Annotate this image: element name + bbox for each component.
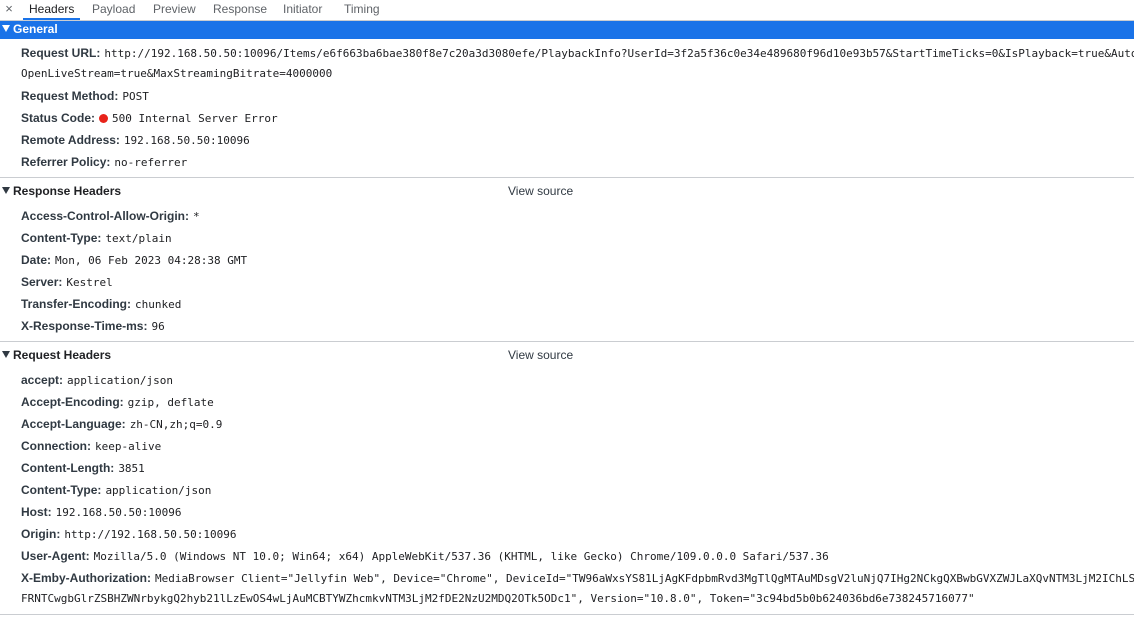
- header-row: accept: application/json: [21, 371, 1134, 389]
- general-title: General: [13, 22, 58, 36]
- header-row: Accept-Language: zh-CN,zh;q=0.9: [21, 415, 1134, 433]
- close-icon[interactable]: ×: [0, 0, 18, 20]
- remote-address-row: Remote Address: 192.168.50.50:10096: [21, 131, 1134, 149]
- header-value: application/json: [105, 484, 212, 497]
- header-value: Kestrel: [66, 276, 113, 289]
- status-error-icon: [99, 114, 109, 123]
- expand-triangle-icon: [2, 25, 10, 32]
- header-value: 96: [151, 320, 165, 333]
- header-name: X-Emby-Authorization:: [21, 571, 151, 585]
- header-row: User-Agent: Mozilla/5.0 (Windows NT 10.0;…: [21, 547, 1134, 565]
- header-name: Content-Length:: [21, 461, 115, 475]
- header-row: Host: 192.168.50.50:10096: [21, 503, 1134, 521]
- tab-response[interactable]: Response: [207, 0, 273, 20]
- referrer-policy-value: no-referrer: [114, 156, 188, 169]
- tab-preview[interactable]: Preview: [147, 0, 202, 20]
- header-value: application/json: [67, 374, 173, 387]
- response-headers-title: Response Headers: [13, 184, 122, 198]
- header-name: Server:: [21, 275, 63, 289]
- header-name: Transfer-Encoding:: [21, 297, 132, 311]
- request-url-row: Request URL: http://192.168.50.50:10096/I…: [21, 44, 1134, 62]
- header-row: Content-Length: 3851: [21, 459, 1134, 477]
- tab-payload[interactable]: Payload: [86, 0, 141, 20]
- header-value: *: [193, 210, 200, 223]
- status-code-label: Status Code:: [21, 111, 96, 125]
- referrer-policy-row: Referrer Policy: no-referrer: [21, 153, 1134, 171]
- header-name: accept:: [21, 373, 64, 387]
- remote-address-value: 192.168.50.50:10096: [123, 134, 250, 147]
- header-row: Transfer-Encoding: chunked: [21, 295, 1134, 313]
- request-view-source-link[interactable]: View source: [508, 347, 573, 364]
- header-value: 3851: [118, 462, 145, 475]
- header-name: User-Agent:: [21, 549, 90, 563]
- header-row: Access-Control-Allow-Origin: *: [21, 207, 1134, 225]
- referrer-policy-label: Referrer Policy:: [21, 155, 111, 169]
- header-value: zh-CN,zh;q=0.9: [129, 418, 223, 431]
- status-code-value: 500 Internal Server Error: [112, 112, 278, 125]
- header-row: Origin: http://192.168.50.50:10096: [21, 525, 1134, 543]
- header-row: Content-Type: text/plain: [21, 229, 1134, 247]
- request-headers-title: Request Headers: [13, 348, 112, 362]
- header-row: Content-Type: application/json: [21, 481, 1134, 499]
- header-value: MediaBrowser Client="Jellyfin Web", Devi…: [155, 572, 1134, 585]
- expand-triangle-icon: [2, 351, 10, 358]
- request-headers-section-header[interactable]: Request Headers View source: [0, 347, 1134, 365]
- header-value: keep-alive: [95, 440, 162, 453]
- section-divider: [0, 614, 1134, 615]
- header-value: Mozilla/5.0 (Windows NT 10.0; Win64; x64…: [93, 550, 829, 563]
- header-name: Host:: [21, 505, 52, 519]
- expand-triangle-icon: [2, 187, 10, 194]
- request-method-label: Request Method:: [21, 89, 119, 103]
- header-name: Origin:: [21, 527, 61, 541]
- header-name: Accept-Language:: [21, 417, 126, 431]
- request-url-value: http://192.168.50.50:10096/Items/e6f663b…: [104, 47, 1134, 60]
- header-row: Accept-Encoding: gzip, deflate: [21, 393, 1134, 411]
- header-name: Date:: [21, 253, 52, 267]
- request-url-label: Request URL:: [21, 46, 101, 60]
- section-divider: [0, 341, 1134, 342]
- header-name: Access-Control-Allow-Origin:: [21, 209, 190, 223]
- tab-bar: × Headers Payload Preview Response Initi…: [0, 0, 1134, 21]
- remote-address-label: Remote Address:: [21, 133, 120, 147]
- header-name: Content-Type:: [21, 483, 102, 497]
- auth-header-continuation: FRNTCwgbGlrZSBHZWNrbykgQ2hyb21lLzEwOS4wL…: [21, 592, 975, 605]
- header-name: Content-Type:: [21, 231, 102, 245]
- tab-headers[interactable]: Headers: [23, 0, 81, 20]
- tab-initiator[interactable]: Initiator: [277, 0, 328, 20]
- header-value: 192.168.50.50:10096: [55, 506, 182, 519]
- request-url-continuation: OpenLiveStream=true&MaxStreamingBitrate=…: [21, 67, 333, 80]
- header-name: Connection:: [21, 439, 91, 453]
- tab-timing[interactable]: Timing: [338, 0, 386, 20]
- header-value: gzip, deflate: [127, 396, 214, 409]
- header-value: Mon, 06 Feb 2023 04:28:38 GMT: [55, 254, 248, 267]
- section-divider: [0, 177, 1134, 178]
- general-section-header[interactable]: General: [0, 21, 1134, 39]
- header-row: Connection: keep-alive: [21, 437, 1134, 455]
- header-value: text/plain: [105, 232, 172, 245]
- header-row: Date: Mon, 06 Feb 2023 04:28:38 GMT: [21, 251, 1134, 269]
- header-row: Server: Kestrel: [21, 273, 1134, 291]
- request-method-row: Request Method: POST: [21, 87, 1134, 105]
- header-row: X-Emby-Authorization: MediaBrowser Client…: [21, 569, 1134, 587]
- header-value: chunked: [135, 298, 182, 311]
- response-view-source-link[interactable]: View source: [508, 183, 573, 200]
- header-row: X-Response-Time-ms: 96: [21, 317, 1134, 335]
- status-code-row: Status Code: 500 Internal Server Error: [21, 109, 1134, 127]
- header-name: X-Response-Time-ms:: [21, 319, 148, 333]
- header-value: http://192.168.50.50:10096: [64, 528, 237, 541]
- header-name: Accept-Encoding:: [21, 395, 124, 409]
- request-method-value: POST: [122, 90, 149, 103]
- response-headers-section-header[interactable]: Response Headers View source: [0, 183, 1134, 201]
